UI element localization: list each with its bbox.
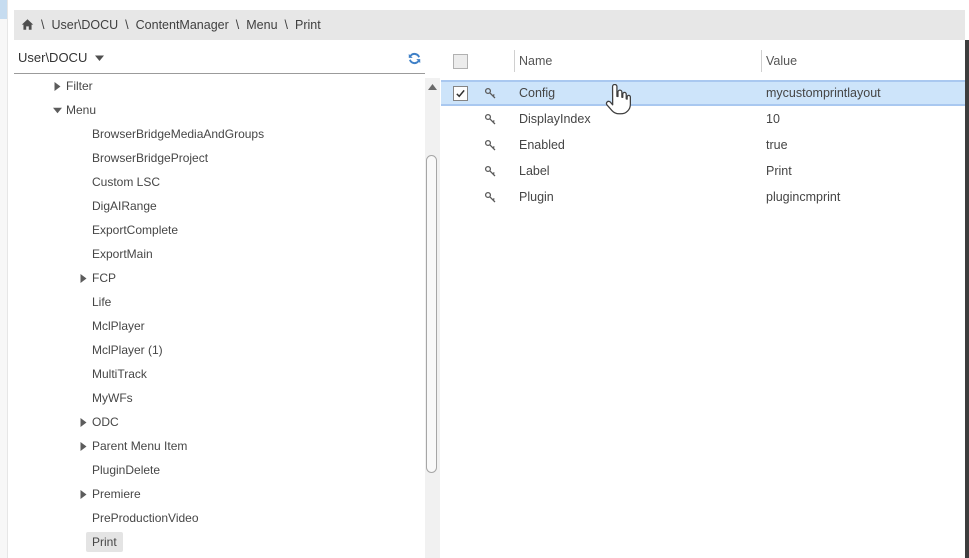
window-left-edge <box>0 0 8 558</box>
window-left-edge-accent <box>0 0 7 19</box>
tree-item-label: Menu <box>66 103 96 117</box>
tree-panel: User\DOCU Filter Menu BrowserBridgeMediaAn… <box>14 42 441 558</box>
tree-item-odc[interactable]: ODC <box>14 410 424 434</box>
tree-item-print[interactable]: Print <box>14 530 424 554</box>
row-checkbox[interactable] <box>453 86 468 101</box>
tree-item-label: MclPlayer <box>92 319 145 333</box>
breadcrumb: \ User\DOCU \ ContentManager \ Menu \ Print <box>14 10 965 40</box>
key-icon <box>484 113 497 126</box>
tree-item-label: ExportMain <box>92 247 153 261</box>
name-cell: Plugin <box>514 190 761 204</box>
breadcrumb-separator: \ <box>236 18 239 32</box>
breadcrumb-separator: \ <box>285 18 288 32</box>
tree-item-label: BrowserBridgeMediaAndGroups <box>92 127 264 141</box>
tree-item-digairange[interactable]: DigAIRange <box>14 194 424 218</box>
key-icon <box>484 191 497 204</box>
value-cell: mycustomprintlayout <box>761 86 965 100</box>
value-cell: plugincmprint <box>761 190 965 204</box>
tree-collapsed-icon[interactable] <box>78 273 92 284</box>
select-all-checkbox[interactable] <box>453 54 468 69</box>
tree-item-label: BrowserBridgeProject <box>92 151 208 165</box>
key-icon <box>484 165 497 178</box>
refresh-button[interactable] <box>402 46 426 70</box>
table-row-config[interactable]: Configmycustomprintlayout <box>441 80 965 106</box>
tree-item-label: ExportComplete <box>92 223 178 237</box>
tree-item-browserbridgemediaandgroups[interactable]: BrowserBridgeMediaAndGroups <box>14 122 424 146</box>
grid-header: Name Value <box>441 42 965 80</box>
tree-item-label: MultiTrack <box>92 367 147 381</box>
tree-item-label: Parent Menu Item <box>92 439 187 453</box>
tree-item-label: ODC <box>92 415 119 429</box>
tree-item-exportmain[interactable]: ExportMain <box>14 242 424 266</box>
value-cell: true <box>761 138 965 152</box>
table-row-label[interactable]: LabelPrint <box>441 158 965 184</box>
tree-item-label: Custom LSC <box>92 175 160 189</box>
name-cell: Label <box>514 164 761 178</box>
tree-item-parent-menu-item[interactable]: Parent Menu Item <box>14 434 424 458</box>
column-header-value[interactable]: Value <box>766 54 797 68</box>
home-icon[interactable] <box>21 18 34 31</box>
value-cell: 10 <box>761 112 965 126</box>
key-icon <box>484 87 497 100</box>
name-cell: DisplayIndex <box>514 112 761 126</box>
tree-item-preproductionvideo[interactable]: PreProductionVideo <box>14 506 424 530</box>
tree-item-premiere[interactable]: Premiere <box>14 482 424 506</box>
tree-collapsed-icon[interactable] <box>78 417 92 428</box>
tree-collapsed-icon[interactable] <box>52 81 66 92</box>
tree-item-filter[interactable]: Filter <box>14 74 424 98</box>
breadcrumb-items: \ User\DOCU \ ContentManager \ Menu \ Print <box>34 18 321 32</box>
breadcrumb-separator: \ <box>41 18 44 32</box>
tree-item-label: MclPlayer (1) <box>92 343 163 357</box>
name-cell: Config <box>514 86 761 100</box>
tree-collapsed-icon[interactable] <box>78 489 92 500</box>
tree-item-multitrack[interactable]: MultiTrack <box>14 362 424 386</box>
scrollbar-thumb[interactable] <box>426 155 437 473</box>
table-row-plugin[interactable]: Pluginplugincmprint <box>441 184 965 210</box>
tree: Filter Menu BrowserBridgeMediaAndGroups Bro… <box>14 74 424 554</box>
breadcrumb-separator: \ <box>125 18 128 32</box>
tree-item-mclplayer-1[interactable]: MclPlayer (1) <box>14 338 424 362</box>
tree-collapsed-icon[interactable] <box>78 441 92 452</box>
tree-item-label: FCP <box>92 271 116 285</box>
breadcrumb-item-user-docu[interactable]: User\DOCU <box>51 18 118 32</box>
tree-item-mclplayer[interactable]: MclPlayer <box>14 314 424 338</box>
tree-item-menu[interactable]: Menu <box>14 98 424 122</box>
table-row-displayindex[interactable]: DisplayIndex10 <box>441 106 965 132</box>
tree-item-fcp[interactable]: FCP <box>14 266 424 290</box>
chevron-down-icon[interactable] <box>94 53 105 63</box>
table-row-enabled[interactable]: Enabledtrue <box>441 132 965 158</box>
tree-item-browserbridgeproject[interactable]: BrowserBridgeProject <box>14 146 424 170</box>
tree-item-label: DigAIRange <box>92 199 157 213</box>
refresh-icon <box>407 51 422 66</box>
tree-item-mywfs[interactable]: MyWFs <box>14 386 424 410</box>
name-cell: Enabled <box>514 138 761 152</box>
breadcrumb-item-contentmanager[interactable]: ContentManager <box>136 18 229 32</box>
tree-item-exportcomplete[interactable]: ExportComplete <box>14 218 424 242</box>
tree-expanded-icon[interactable] <box>52 105 66 115</box>
tree-root-title[interactable]: User\DOCU <box>18 50 87 65</box>
tree-item-life[interactable]: Life <box>14 290 424 314</box>
tree-item-label: Premiere <box>92 487 141 501</box>
scrollbar-up-icon[interactable] <box>425 80 440 94</box>
tree-panel-header: User\DOCU <box>14 42 425 74</box>
window-right-scroll-strip[interactable] <box>965 40 969 558</box>
tree-item-label: PreProductionVideo <box>92 511 199 525</box>
properties-panel: Name Value ConfigmycustomprintlayoutDisp… <box>441 42 965 558</box>
tree-item-label: Life <box>92 295 111 309</box>
column-header-name[interactable]: Name <box>519 54 552 68</box>
tree-scrollbar[interactable] <box>425 78 440 558</box>
value-cell: Print <box>761 164 965 178</box>
breadcrumb-item-menu[interactable]: Menu <box>246 18 277 32</box>
tree-item-label: PluginDelete <box>92 463 160 477</box>
tree-item-label: Filter <box>66 79 93 93</box>
property-rows: ConfigmycustomprintlayoutDisplayIndex10E… <box>441 80 965 210</box>
tree-item-plugindelete[interactable]: PluginDelete <box>14 458 424 482</box>
key-icon <box>484 139 497 152</box>
tree-item-custom-lsc[interactable]: Custom LSC <box>14 170 424 194</box>
tree-item-label: Print <box>86 532 123 552</box>
breadcrumb-item-print[interactable]: Print <box>295 18 321 32</box>
tree-item-label: MyWFs <box>92 391 133 405</box>
